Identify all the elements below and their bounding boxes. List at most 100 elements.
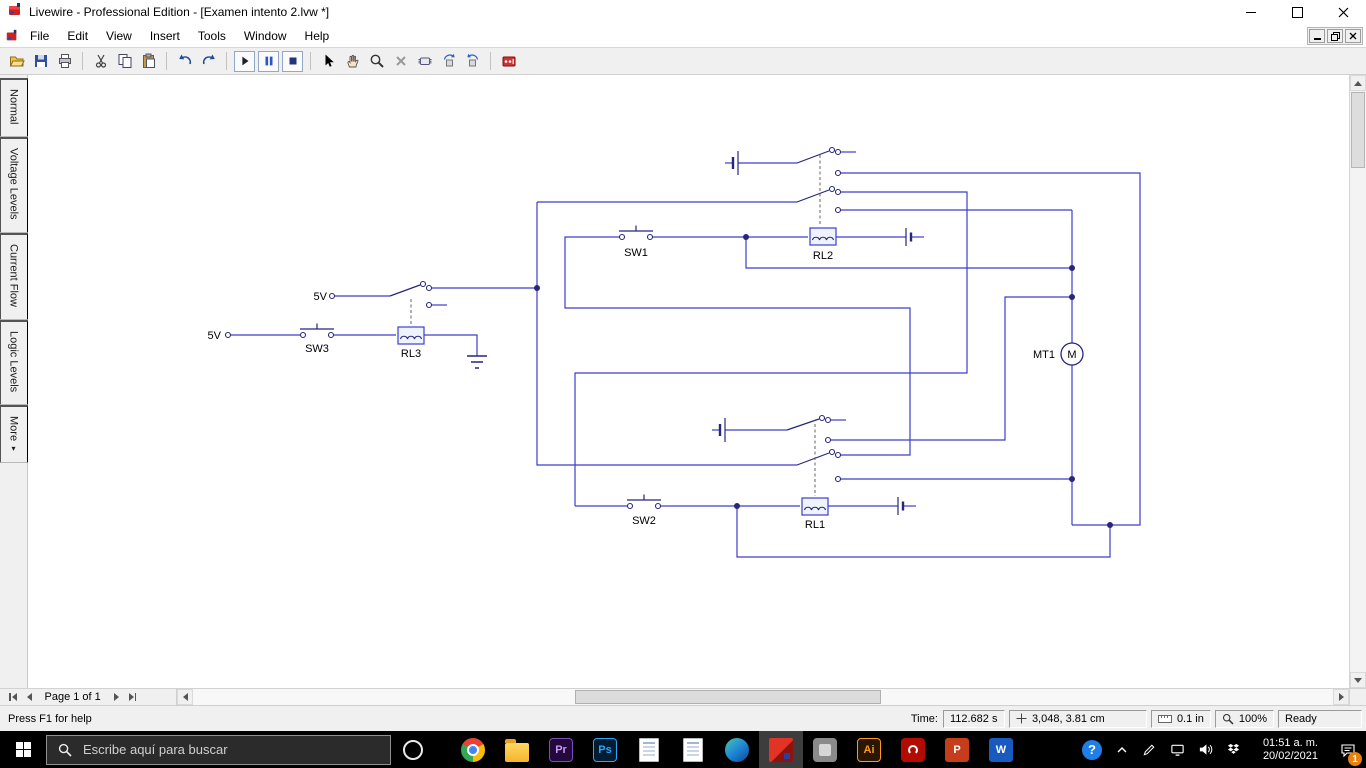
- circuit-components[interactable]: [300, 150, 913, 515]
- menu-bar: File Edit View Insert Tools Window Help: [0, 24, 1366, 47]
- delete-tool-button[interactable]: [389, 50, 412, 73]
- sidebar-tab-normal[interactable]: Normal: [0, 78, 29, 138]
- cortana-icon: [403, 739, 423, 760]
- search-input[interactable]: [81, 741, 379, 758]
- mdi-window-controls: [1307, 26, 1363, 45]
- toolbar-separator: [226, 52, 227, 70]
- taskbar-clock[interactable]: 01:51 a. m. 20/02/2021: [1257, 736, 1324, 764]
- pager-row: Page 1 of 1: [0, 688, 1366, 705]
- cortana-button[interactable]: [391, 731, 435, 768]
- vertical-scrollbar[interactable]: [1349, 75, 1366, 688]
- simulation-time-value: 112.682 s: [942, 709, 1005, 728]
- volume-tray-button[interactable]: [1198, 742, 1213, 757]
- schematic-canvas[interactable]: M SW1 RL2 SW3 RL3 SW2 RL1 MT1 5V 5V: [28, 75, 1349, 688]
- pan-tool-button[interactable]: [341, 50, 364, 73]
- label-rl2: RL2: [813, 250, 833, 262]
- scrollbar-corner: [1349, 689, 1366, 705]
- sidebar-tab-label: Current Flow: [7, 244, 20, 307]
- mdi-minimize-button[interactable]: [1309, 28, 1325, 43]
- scroll-down-button[interactable]: [1350, 672, 1366, 688]
- label-sw2: SW2: [632, 515, 656, 527]
- taskbar-file-explorer-icon[interactable]: [495, 731, 539, 768]
- taskbar-app-icon[interactable]: [803, 731, 847, 768]
- help-button[interactable]: ?: [1081, 739, 1102, 760]
- taskbar-search[interactable]: [46, 734, 391, 765]
- cut-button[interactable]: [89, 50, 112, 73]
- taskbar-illustrator-icon[interactable]: Ai: [847, 731, 891, 768]
- taskbar-document-icon-2[interactable]: [671, 731, 715, 768]
- vertical-scroll-thumb[interactable]: [1351, 92, 1365, 168]
- pause-button[interactable]: [258, 50, 279, 72]
- zoom-tool-button[interactable]: [365, 50, 388, 73]
- taskbar-livewire-icon[interactable]: [759, 731, 803, 768]
- rotate-left-button[interactable]: [437, 50, 460, 73]
- menu-tools[interactable]: Tools: [189, 26, 235, 46]
- taskbar-photoshop-icon[interactable]: Ps: [583, 731, 627, 768]
- mdi-close-button[interactable]: [1345, 28, 1361, 43]
- taskbar-chrome-icon[interactable]: [451, 731, 495, 768]
- windows-logo-icon: [15, 742, 31, 757]
- scroll-left-button[interactable]: [177, 689, 193, 705]
- stop-icon: [289, 57, 296, 65]
- taskbar-acrobat-icon[interactable]: [891, 731, 935, 768]
- maximize-button[interactable]: [1274, 0, 1320, 24]
- menu-file[interactable]: File: [21, 26, 58, 46]
- copy-icon: [118, 54, 131, 68]
- mdi-restore-button[interactable]: [1327, 28, 1343, 43]
- sidebar-tab-more[interactable]: More ▾: [0, 405, 29, 464]
- menu-insert[interactable]: Insert: [141, 26, 189, 46]
- minimize-icon: [1246, 11, 1256, 13]
- main-toolbar: [0, 47, 1366, 75]
- select-tool-button[interactable]: [317, 50, 340, 73]
- horizontal-scroll-thumb[interactable]: [575, 690, 881, 704]
- copy-button[interactable]: [113, 50, 136, 73]
- paste-button[interactable]: [137, 50, 160, 73]
- previous-page-button[interactable]: [24, 692, 35, 702]
- taskbar-premiere-icon[interactable]: Pr: [539, 731, 583, 768]
- sidebar-tab-voltage-levels[interactable]: Voltage Levels: [0, 137, 29, 234]
- taskbar-word-icon[interactable]: W: [979, 731, 1023, 768]
- stop-button[interactable]: [282, 50, 303, 72]
- network-tray-button[interactable]: [1170, 742, 1185, 757]
- sidebar-tab-current-flow[interactable]: Current Flow: [0, 233, 29, 320]
- redo-button[interactable]: [197, 50, 220, 73]
- scroll-up-button[interactable]: [1350, 75, 1366, 91]
- relay-coil-rl1: [801, 497, 829, 516]
- scroll-right-button[interactable]: [1333, 689, 1349, 705]
- last-page-button[interactable]: [126, 692, 140, 702]
- volume-icon: [1199, 744, 1213, 755]
- taskbar-document-icon[interactable]: [627, 731, 671, 768]
- circuit-wires[interactable]: [231, 151, 1141, 558]
- first-page-button[interactable]: [6, 692, 20, 702]
- sidebar-tab-logic-levels[interactable]: Logic Levels: [0, 319, 29, 406]
- maximize-icon: [1291, 6, 1303, 18]
- taskbar-edge-icon[interactable]: [715, 731, 759, 768]
- relay-coil-rl2: [809, 227, 837, 246]
- relay-coils[interactable]: [397, 227, 837, 516]
- open-button[interactable]: [5, 50, 28, 73]
- menu-edit[interactable]: Edit: [58, 26, 97, 46]
- minimize-button[interactable]: [1228, 0, 1274, 24]
- status-bar: Press F1 for help Time: 112.682 s 3,048,…: [0, 705, 1366, 731]
- save-button[interactable]: [29, 50, 52, 73]
- motor-mt1[interactable]: M: [1060, 342, 1084, 366]
- undo-button[interactable]: [173, 50, 196, 73]
- menu-help[interactable]: Help: [296, 26, 339, 46]
- close-button[interactable]: [1320, 0, 1366, 24]
- run-button[interactable]: [234, 50, 255, 72]
- menu-window[interactable]: Window: [235, 26, 296, 46]
- pen-tray-button[interactable]: [1142, 742, 1157, 757]
- taskbar-powerpoint-icon[interactable]: P: [935, 731, 979, 768]
- time-label: Time:: [910, 712, 938, 725]
- menu-view[interactable]: View: [97, 26, 141, 46]
- label-sw1: SW1: [624, 247, 648, 259]
- start-button[interactable]: [0, 731, 46, 768]
- dropbox-tray-button[interactable]: [1226, 742, 1241, 757]
- next-page-button[interactable]: [111, 692, 122, 702]
- component-gallery-button[interactable]: [413, 50, 436, 73]
- rotate-right-button[interactable]: [461, 50, 484, 73]
- tray-expand-button[interactable]: [1115, 743, 1129, 757]
- print-button[interactable]: [53, 50, 76, 73]
- pcb-wizard-button[interactable]: [497, 50, 520, 73]
- horizontal-scrollbar[interactable]: [176, 689, 1349, 705]
